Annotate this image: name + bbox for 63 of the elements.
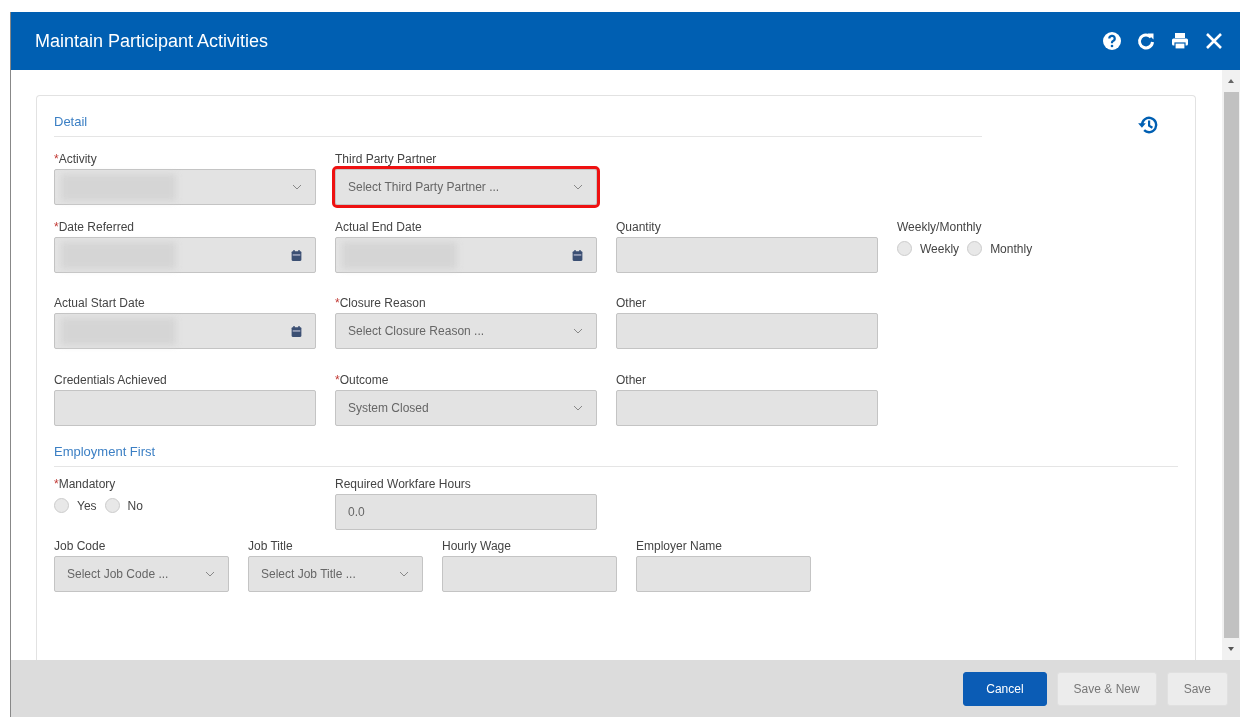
close-icon[interactable] bbox=[1204, 31, 1224, 51]
input-field[interactable] bbox=[616, 237, 878, 273]
radio-label: Monthly bbox=[990, 241, 1033, 256]
date-field[interactable] bbox=[54, 237, 316, 273]
save-button[interactable]: Save bbox=[1166, 671, 1228, 706]
label-text: Mandatory bbox=[58, 477, 116, 491]
calendar-icon bbox=[571, 248, 584, 262]
window-title: Maintain Participant Activities bbox=[35, 30, 269, 52]
label-text: Closure Reason bbox=[339, 296, 426, 310]
radio-button[interactable] bbox=[967, 241, 983, 256]
input-field[interactable] bbox=[54, 390, 316, 426]
print-icon[interactable] bbox=[1170, 31, 1190, 51]
field-label: Quantity bbox=[616, 219, 661, 235]
scrollbar[interactable] bbox=[1222, 70, 1240, 660]
field-label: Job Code bbox=[54, 538, 106, 554]
radio-button[interactable] bbox=[104, 498, 120, 513]
input-field[interactable]: 0.0 bbox=[335, 494, 597, 530]
radio-label: Yes bbox=[77, 498, 97, 513]
field-label: Hourly Wage bbox=[442, 538, 511, 554]
calendar-icon bbox=[290, 324, 303, 338]
dropdown[interactable]: Select Third Party Partner ... bbox=[335, 169, 597, 205]
input-field[interactable] bbox=[636, 556, 811, 592]
refresh-icon[interactable] bbox=[1136, 31, 1156, 51]
calendar-icon bbox=[290, 248, 303, 262]
radio-label: Weekly bbox=[920, 241, 960, 256]
dropdown[interactable] bbox=[54, 169, 316, 205]
radio-button[interactable] bbox=[897, 241, 912, 256]
label-text: Activity bbox=[58, 152, 97, 166]
required-mark: * bbox=[54, 152, 59, 166]
label-text: Outcome bbox=[339, 373, 389, 387]
section-heading: Detail bbox=[54, 114, 88, 130]
field-label: Third Party Partner bbox=[335, 151, 437, 167]
field-label: Job Title bbox=[248, 538, 293, 554]
field-label: Required Workfare Hours bbox=[335, 476, 471, 492]
section-heading: Employment First bbox=[54, 444, 156, 460]
required-mark: * bbox=[54, 477, 59, 491]
date-field[interactable] bbox=[335, 237, 597, 273]
history-icon[interactable] bbox=[1137, 114, 1159, 136]
scroll-thumb[interactable] bbox=[1223, 92, 1239, 638]
dropdown[interactable]: System Closed bbox=[335, 390, 597, 426]
required-mark: * bbox=[335, 373, 340, 387]
field-label: Other bbox=[616, 295, 646, 311]
field-label: Credentials Achieved bbox=[54, 372, 167, 388]
radio-label: No bbox=[127, 498, 143, 513]
input-field[interactable] bbox=[616, 390, 878, 426]
label-text: Date Referred bbox=[58, 220, 135, 234]
input-field[interactable] bbox=[442, 556, 617, 592]
help-icon[interactable] bbox=[1102, 31, 1122, 51]
input-field[interactable] bbox=[616, 313, 878, 349]
date-field[interactable] bbox=[54, 313, 316, 349]
required-mark: * bbox=[335, 296, 340, 310]
radio-button[interactable] bbox=[54, 498, 69, 513]
field-label: Other bbox=[616, 372, 646, 388]
required-mark: * bbox=[54, 220, 59, 234]
dropdown[interactable]: Select Closure Reason ... bbox=[335, 313, 597, 349]
dropdown[interactable]: Select Job Title ... bbox=[248, 556, 423, 592]
field-label: Weekly/Monthly bbox=[897, 219, 982, 235]
field-label: Employer Name bbox=[636, 538, 723, 554]
cancel-button[interactable]: Cancel bbox=[963, 671, 1047, 706]
dropdown[interactable]: Select Job Code ... bbox=[54, 556, 229, 592]
save-and-new-button[interactable]: Save & New bbox=[1056, 671, 1157, 706]
field-label: Actual End Date bbox=[335, 219, 422, 235]
field-label: Actual Start Date bbox=[54, 295, 145, 311]
